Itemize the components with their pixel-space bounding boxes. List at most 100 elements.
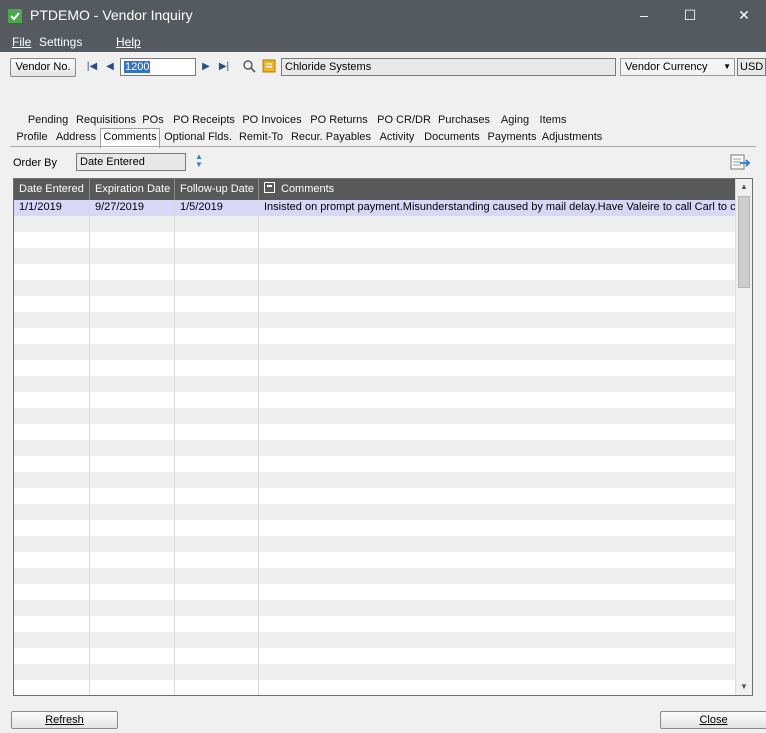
empty-row — [14, 600, 736, 616]
tab-adjustments[interactable]: Adjustments — [540, 129, 604, 147]
refresh-button[interactable]: Refresh — [11, 711, 118, 729]
vendor-no-button[interactable]: Vendor No. — [10, 58, 76, 77]
menu-help[interactable]: Help — [116, 35, 141, 49]
empty-cell — [175, 600, 259, 616]
next-record-icon[interactable]: ▶ — [200, 60, 212, 74]
tab-profile[interactable]: Profile — [13, 129, 51, 147]
empty-cell — [259, 520, 736, 536]
empty-cell — [175, 408, 259, 424]
close-window-button[interactable]: ✕ — [722, 0, 766, 32]
empty-cell — [90, 552, 175, 568]
vertical-scrollbar[interactable]: ▲ ▼ — [735, 179, 752, 695]
title-bar: PTDEMO - Vendor Inquiry – ☐ ✕ — [0, 0, 766, 32]
export-icon[interactable] — [730, 153, 752, 171]
empty-cell — [175, 280, 259, 296]
tab-po-receipts[interactable]: PO Receipts — [171, 112, 237, 130]
empty-cell — [90, 328, 175, 344]
note-icon[interactable] — [262, 59, 276, 73]
tab-po-cr-dr[interactable]: PO CR/DR — [375, 112, 433, 130]
tab-remit-to[interactable]: Remit-To — [236, 129, 286, 147]
empty-cell — [259, 344, 736, 360]
tab-recur-payables[interactable]: Recur. Payables — [288, 129, 374, 147]
empty-cell — [175, 296, 259, 312]
close-button-label: Close — [699, 714, 728, 726]
currency-select[interactable]: Vendor Currency ▼ — [620, 58, 735, 76]
tab-payments[interactable]: Payments — [486, 129, 538, 147]
empty-cell — [90, 584, 175, 600]
empty-row — [14, 664, 736, 680]
empty-cell — [14, 456, 90, 472]
empty-row — [14, 360, 736, 376]
empty-cell — [90, 344, 175, 360]
empty-cell — [259, 216, 736, 232]
empty-cell — [14, 280, 90, 296]
order-by-label: Order By — [13, 157, 58, 169]
menu-settings[interactable]: Settings — [39, 35, 82, 49]
empty-cell — [14, 616, 90, 632]
tab-po-invoices[interactable]: PO Invoices — [239, 112, 305, 130]
sort-arrows-icon[interactable]: ▲ ▼ — [193, 153, 205, 171]
tab-divider — [10, 146, 756, 147]
empty-cell — [259, 456, 736, 472]
tab-address[interactable]: Address — [53, 129, 99, 147]
search-icon[interactable] — [242, 59, 256, 73]
tab-row-2: Profile Address Comments Optional Flds. … — [0, 128, 766, 148]
empty-cell — [90, 312, 175, 328]
maximize-button[interactable]: ☐ — [668, 0, 712, 32]
comment-column-icon — [264, 182, 275, 193]
tab-purchases[interactable]: Purchases — [435, 112, 493, 130]
empty-cell — [90, 680, 175, 695]
tab-items[interactable]: Items — [537, 112, 569, 130]
close-button[interactable]: Close — [660, 711, 766, 729]
tab-pending[interactable]: Pending — [23, 112, 73, 130]
empty-cell — [90, 488, 175, 504]
empty-row — [14, 472, 736, 488]
scroll-up-icon[interactable]: ▲ — [736, 179, 752, 195]
minimize-button[interactable]: – — [622, 0, 666, 32]
empty-row — [14, 344, 736, 360]
table-row[interactable]: 1/1/2019 9/27/2019 1/5/2019 Insisted on … — [14, 200, 736, 216]
vendor-number-input[interactable]: 1200 — [120, 58, 196, 76]
empty-cell — [259, 264, 736, 280]
comments-grid[interactable]: Date Entered Expiration Date Follow-up D… — [13, 178, 753, 696]
col-date-entered[interactable]: Date Entered — [14, 179, 90, 200]
tab-optional-flds[interactable]: Optional Flds. — [162, 129, 234, 147]
tab-documents[interactable]: Documents — [420, 129, 484, 147]
empty-cell — [14, 520, 90, 536]
empty-cell — [14, 312, 90, 328]
empty-cell — [259, 280, 736, 296]
cell-date-entered: 1/1/2019 — [14, 200, 90, 216]
order-by-select[interactable]: Date Entered — [76, 153, 186, 171]
empty-cell — [14, 392, 90, 408]
empty-row — [14, 552, 736, 568]
first-record-icon[interactable]: |◀ — [86, 60, 98, 74]
tab-activity[interactable]: Activity — [376, 129, 418, 147]
empty-cell — [175, 520, 259, 536]
empty-cell — [14, 504, 90, 520]
col-follow-up-date[interactable]: Follow-up Date — [175, 179, 259, 200]
empty-row — [14, 648, 736, 664]
menu-file[interactable]: File — [12, 35, 31, 49]
empty-cell — [259, 680, 736, 695]
tab-comments[interactable]: Comments — [100, 128, 160, 148]
empty-row — [14, 488, 736, 504]
scroll-down-icon[interactable]: ▼ — [736, 679, 752, 695]
empty-cell — [259, 232, 736, 248]
col-comments[interactable]: Comments — [259, 179, 736, 200]
tab-aging[interactable]: Aging — [497, 112, 533, 130]
previous-record-icon[interactable]: ◀ — [104, 60, 116, 74]
empty-cell — [175, 536, 259, 552]
tab-po-returns[interactable]: PO Returns — [307, 112, 371, 130]
empty-row — [14, 680, 736, 695]
last-record-icon[interactable]: ▶| — [218, 60, 230, 74]
empty-row — [14, 616, 736, 632]
col-expiration-date[interactable]: Expiration Date — [90, 179, 175, 200]
empty-cell — [259, 408, 736, 424]
empty-cell — [90, 536, 175, 552]
empty-row — [14, 520, 736, 536]
empty-cell — [175, 344, 259, 360]
empty-cell — [259, 584, 736, 600]
empty-cell — [175, 392, 259, 408]
empty-cell — [14, 248, 90, 264]
scroll-thumb[interactable] — [738, 196, 750, 288]
